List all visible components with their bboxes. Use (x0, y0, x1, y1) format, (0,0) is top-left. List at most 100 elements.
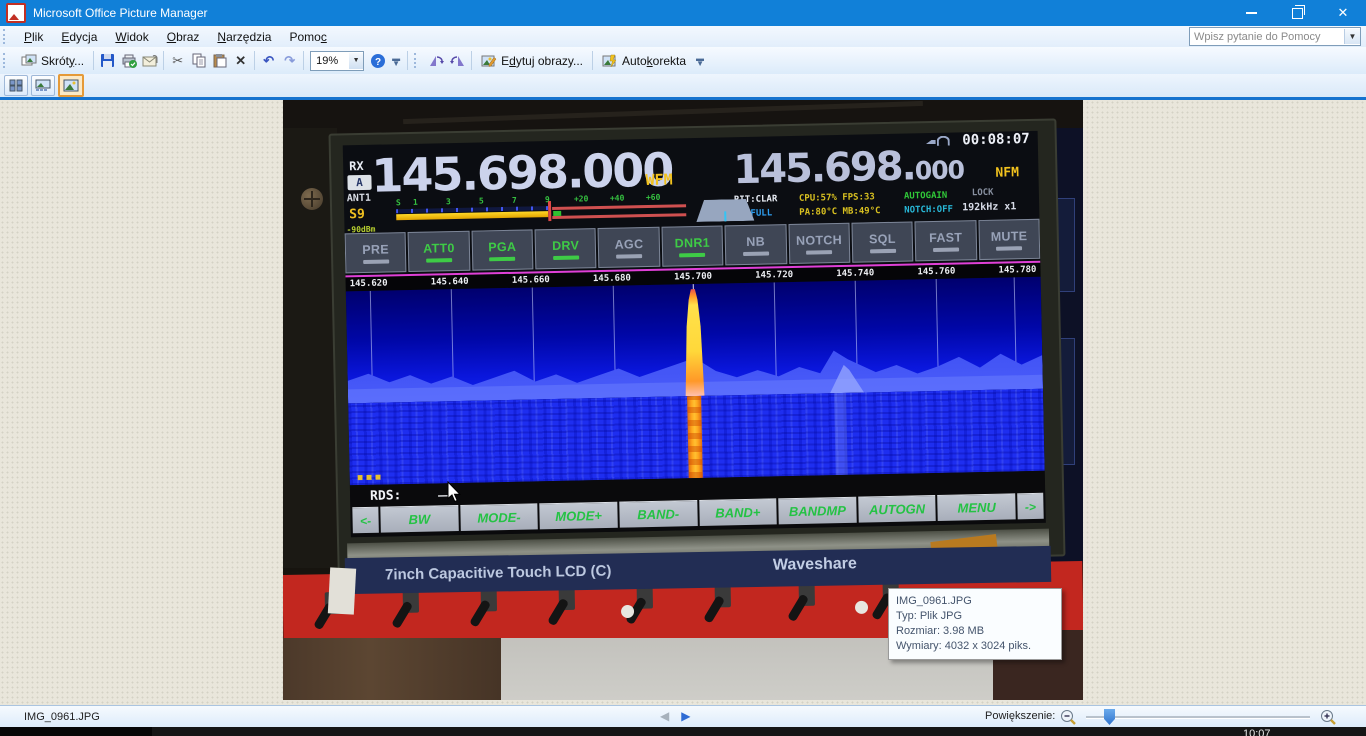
tooltip-size: Rozmiar: 3.98 MB (896, 624, 1054, 639)
paste-icon (213, 53, 227, 68)
print-icon (121, 53, 137, 68)
temps-status: PA:80°C MB:49°C (799, 206, 880, 218)
zoom-in-button[interactable] (1320, 709, 1336, 725)
radio-btn-band-down: BAND- (619, 500, 697, 528)
radio-nav-left: <- (352, 507, 379, 534)
copy-button[interactable] (188, 51, 209, 70)
sub-mode-label: NFM (995, 165, 1019, 180)
minimize-icon (1246, 12, 1257, 14)
rds-label: RDS: (370, 488, 402, 504)
radio-btn-mute: MUTE (978, 219, 1040, 260)
radio-screen: RX A ANT1 S9 -90dBm 145.698.000 WFM 145.… (343, 131, 1046, 537)
next-image-button[interactable]: ▶ (681, 709, 690, 723)
help-button[interactable]: ? (367, 51, 388, 70)
menu-obraz[interactable]: Obraz (158, 28, 209, 46)
toolbar2-grip[interactable] (414, 53, 420, 68)
zoom-out-button[interactable] (1060, 709, 1076, 725)
main-signal-peak (683, 289, 705, 396)
single-view-button[interactable] (58, 74, 84, 97)
lcd-model-label: 7inch Capacitive Touch LCD (C) (385, 563, 612, 584)
wifi-icon (937, 136, 950, 146)
tooltip-dimensions: Wymiary: 4032 x 3024 piks. (896, 639, 1054, 654)
vfo-a-badge: A (347, 175, 371, 190)
radio-btn-dnr: DNR1 (661, 225, 723, 266)
paste-button[interactable] (209, 51, 230, 70)
radio-btn-sql: SQL (851, 221, 913, 262)
svg-text:?: ? (375, 57, 381, 68)
file-info-tooltip: IMG_0961.JPG Typ: Plik JPG Rozmiar: 3.98… (888, 588, 1062, 660)
menu-narzedzia[interactable]: Narzędzia (208, 28, 280, 46)
help-question-box[interactable]: Wpisz pytanie do Pomocy ▼ (1189, 27, 1361, 46)
copy-icon (192, 53, 206, 68)
view-mode-bar (0, 74, 1366, 98)
picture-manager-window: Microsoft Office Picture Manager ✕ Plik … (0, 0, 1366, 736)
notch-status: NOTCH:OFF (904, 205, 953, 216)
autogain-status: AUTOGAIN (904, 191, 948, 202)
waveshare-brand-label: Waveshare (773, 555, 857, 574)
minimize-button[interactable] (1228, 0, 1274, 26)
zoom-slider-track[interactable] (1086, 716, 1310, 719)
preview-canvas: RX A ANT1 S9 -90dBm 145.698.000 WFM 145.… (0, 100, 1366, 705)
rotate-right-button[interactable] (447, 51, 468, 70)
restore-button[interactable] (1274, 0, 1320, 26)
close-icon: ✕ (1338, 5, 1349, 21)
redo-button[interactable]: ↷ (279, 51, 300, 70)
autocorrect-button[interactable]: Autokorekta (596, 51, 692, 71)
save-button[interactable] (97, 51, 118, 70)
print-button[interactable] (118, 51, 139, 70)
standard-toolbar: Skróty... ✂ ✕ ↶ ↷ 19% ▼ ? ▬▼ dEdytuj obr… (0, 47, 1366, 75)
menubar-grip[interactable] (3, 29, 9, 44)
single-view-icon (63, 79, 79, 92)
filmstrip-view-button[interactable] (31, 75, 55, 96)
status-bar: IMG_0961.JPG ◀ ▶ Powiększenie: (0, 705, 1366, 728)
radio-nav-right: -> (1017, 493, 1044, 520)
rotate-right-icon (449, 53, 466, 68)
cut-button[interactable]: ✂ (167, 51, 188, 70)
previous-image-button[interactable]: ◀ (660, 709, 669, 723)
radio-btn-notch: NOTCH (788, 223, 850, 264)
help-dropdown-arrow[interactable]: ▼ (1344, 29, 1360, 44)
zoom-slider-thumb[interactable] (1104, 709, 1115, 725)
close-button[interactable]: ✕ (1320, 0, 1366, 26)
undo-button[interactable]: ↶ (258, 51, 279, 70)
shortcuts-button[interactable]: Skróty... (15, 51, 90, 71)
radio-btn-att: ATT0 (408, 231, 470, 272)
radio-btn-menu: MENU (938, 493, 1016, 521)
zoom-combobox[interactable]: 19% ▼ (310, 51, 364, 71)
taskbar-clock: 10:07 (1243, 728, 1271, 736)
thumbnail-view-icon (9, 79, 23, 92)
antenna-label: ANT1 (347, 193, 371, 205)
title-bar: Microsoft Office Picture Manager ✕ (0, 0, 1366, 26)
radio-btn-nb: NB (725, 224, 787, 265)
radio-btn-agc: AGC (598, 227, 660, 268)
menu-plik[interactable]: Plik (15, 28, 52, 46)
menu-pomoc[interactable]: Pomoc (280, 28, 335, 46)
sub-frequency: 145.698.000 (733, 142, 964, 193)
email-icon (142, 54, 158, 68)
radio-btn-mode-down: MODE- (460, 503, 538, 531)
menu-widok[interactable]: Widok (106, 28, 157, 46)
statusbar-filename: IMG_0961.JPG (24, 711, 100, 723)
zoom-dropdown-arrow[interactable]: ▼ (349, 53, 363, 69)
thumbnail-view-button[interactable] (4, 75, 28, 96)
toolbar2-overflow-button[interactable]: ▬▼ (694, 50, 706, 72)
delete-icon: ✕ (235, 53, 246, 69)
toolbar-grip[interactable] (3, 53, 9, 68)
white-sticker (328, 567, 356, 614)
radio-btn-fast: FAST (915, 220, 977, 261)
delete-button[interactable]: ✕ (230, 51, 251, 70)
edit-pictures-button[interactable]: dEdytuj obrazy... (475, 51, 589, 71)
rotate-left-button[interactable] (426, 51, 447, 70)
menu-edycja[interactable]: Edycja (52, 28, 106, 46)
waterfall-signal-trace (687, 396, 703, 478)
autocorrect-icon (602, 54, 618, 68)
photo-screw (301, 188, 323, 210)
email-button[interactable] (139, 51, 160, 70)
rotate-left-icon (428, 53, 445, 68)
toolbar-overflow-button[interactable]: ▬▼ (390, 50, 402, 72)
undo-icon: ↶ (263, 53, 274, 69)
radio-btn-band-up: BAND+ (699, 498, 777, 526)
radio-btn-drv: DRV (535, 228, 597, 269)
cpu-status: CPU:57% FPS:33 (799, 192, 875, 204)
filmstrip-view-icon (35, 79, 51, 92)
